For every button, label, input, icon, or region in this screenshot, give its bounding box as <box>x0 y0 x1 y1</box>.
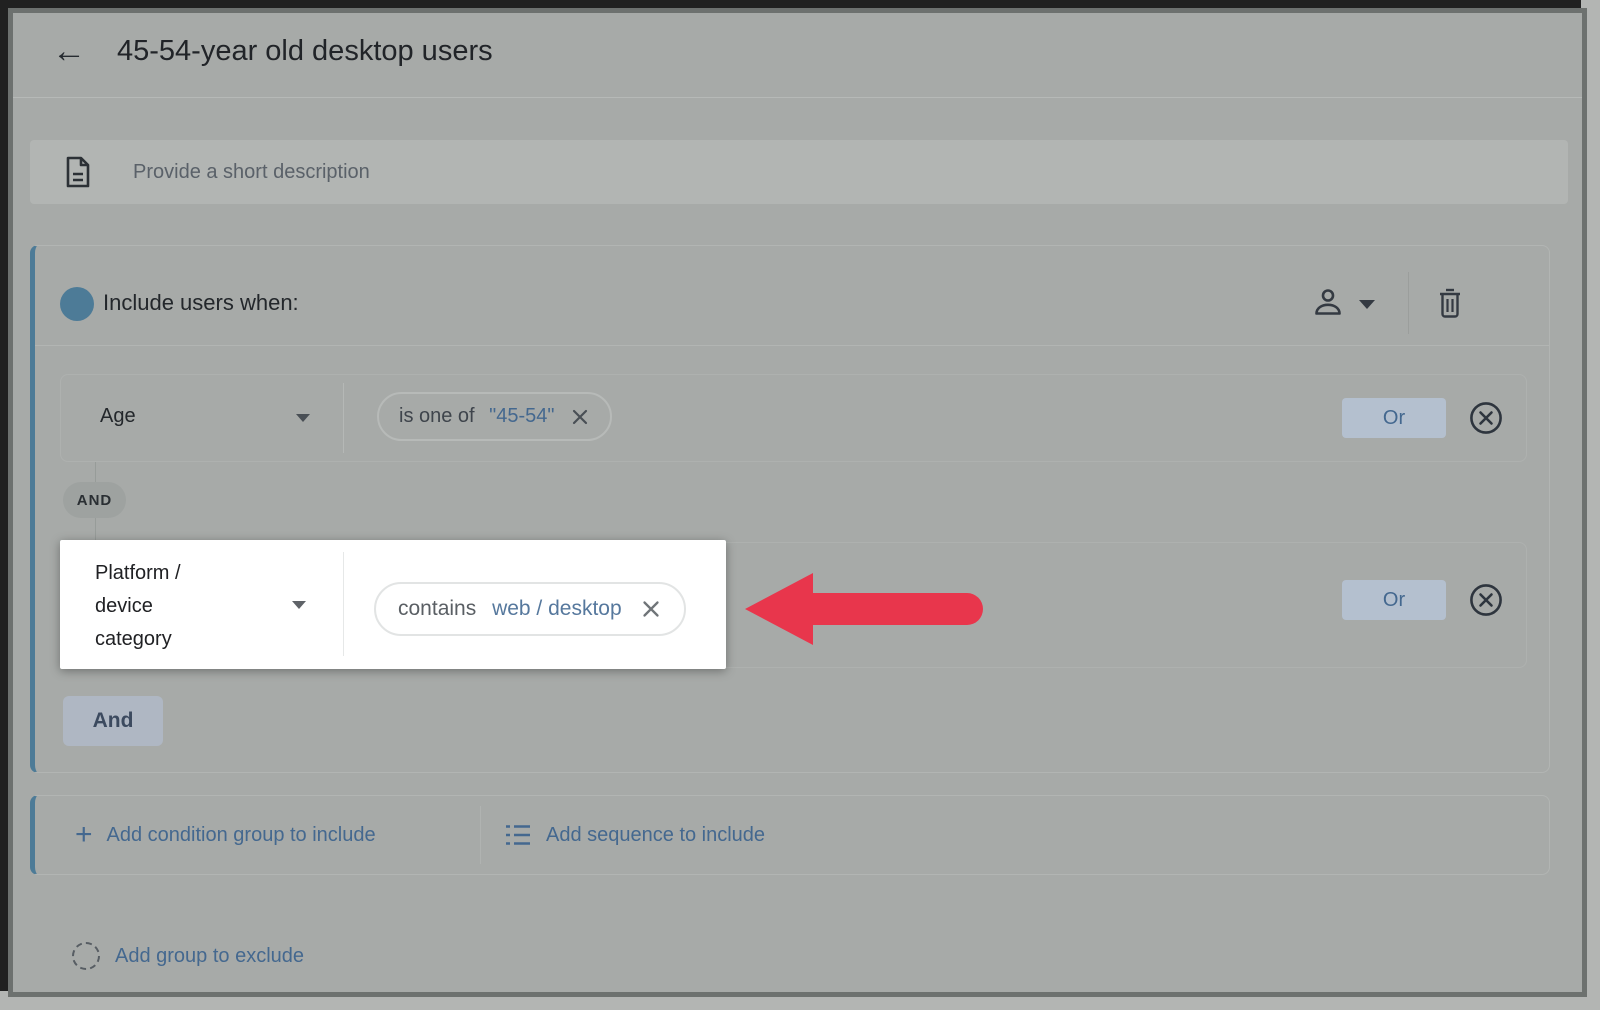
add-group-to-exclude-button[interactable]: Add group to exclude <box>72 940 304 972</box>
add-condition-group-button[interactable]: + Add condition group to include <box>75 796 376 874</box>
dimension-dropdown-platform[interactable]: Platform / device category <box>95 557 213 656</box>
audience-builder-window: ← 45-54-year old desktop users Provide a… <box>8 8 1587 997</box>
add-condition-group-label: Add condition group to include <box>107 824 376 847</box>
actions-divider <box>480 806 481 864</box>
toolbar-divider <box>1408 272 1409 334</box>
person-icon <box>1313 287 1343 319</box>
include-group-title: Include users when: <box>103 291 299 315</box>
chip-value: web / desktop <box>492 597 622 621</box>
row-divider <box>343 383 344 453</box>
circle-x-icon <box>1469 583 1503 617</box>
chip-value: "45-54" <box>489 405 554 428</box>
include-scope-circle-icon <box>60 287 94 321</box>
remove-condition-button-platform[interactable] <box>1469 583 1503 617</box>
delete-group-button[interactable] <box>1429 282 1471 326</box>
add-actions-card: + Add condition group to include Add seq… <box>30 795 1550 875</box>
add-sequence-label: Add sequence to include <box>546 824 765 847</box>
document-icon <box>65 156 91 188</box>
scope-selector-button[interactable] <box>1307 282 1379 326</box>
back-arrow-icon: ← <box>52 32 86 70</box>
or-button-platform[interactable]: Or <box>1342 580 1446 620</box>
header-divider <box>13 97 1582 98</box>
back-button[interactable]: ← <box>46 29 92 73</box>
include-group-card: Include users when: Age <box>30 245 1550 773</box>
and-connector-pill: AND <box>63 482 126 518</box>
card-header-divider <box>35 345 1549 346</box>
dimension-dropdown-age[interactable]: Age <box>100 405 136 428</box>
trash-icon <box>1436 286 1464 320</box>
row-divider <box>343 552 344 656</box>
page-title: 45-54-year old desktop users <box>117 29 493 73</box>
chevron-down-icon <box>292 601 306 609</box>
chevron-down-icon <box>296 414 310 422</box>
chip-operator: is one of <box>399 405 480 428</box>
ordered-list-icon <box>504 821 532 849</box>
add-group-to-exclude-label: Add group to exclude <box>115 945 304 968</box>
spotlight-highlight: Platform / device category contains web … <box>60 540 726 669</box>
description-field[interactable]: Provide a short description <box>30 140 1568 204</box>
remove-condition-button-age[interactable] <box>1469 401 1503 435</box>
chevron-down-icon <box>1359 300 1375 309</box>
chip-operator: contains <box>398 597 482 621</box>
description-placeholder: Provide a short description <box>133 161 370 184</box>
add-sequence-button[interactable]: Add sequence to include <box>504 796 765 874</box>
filter-chip-age[interactable]: is one of "45-54" <box>377 392 612 441</box>
remove-chip-icon[interactable] <box>640 598 662 620</box>
remove-chip-icon[interactable] <box>570 407 590 427</box>
condition-row-age: Age is one of "45-54" Or <box>60 374 1527 462</box>
and-button[interactable]: And <box>63 696 163 746</box>
or-button-age[interactable]: Or <box>1342 398 1446 438</box>
plus-icon: + <box>75 820 93 850</box>
circle-x-icon <box>1469 401 1503 435</box>
dashed-circle-icon <box>72 942 100 970</box>
filter-chip-platform[interactable]: contains web / desktop <box>374 582 686 636</box>
